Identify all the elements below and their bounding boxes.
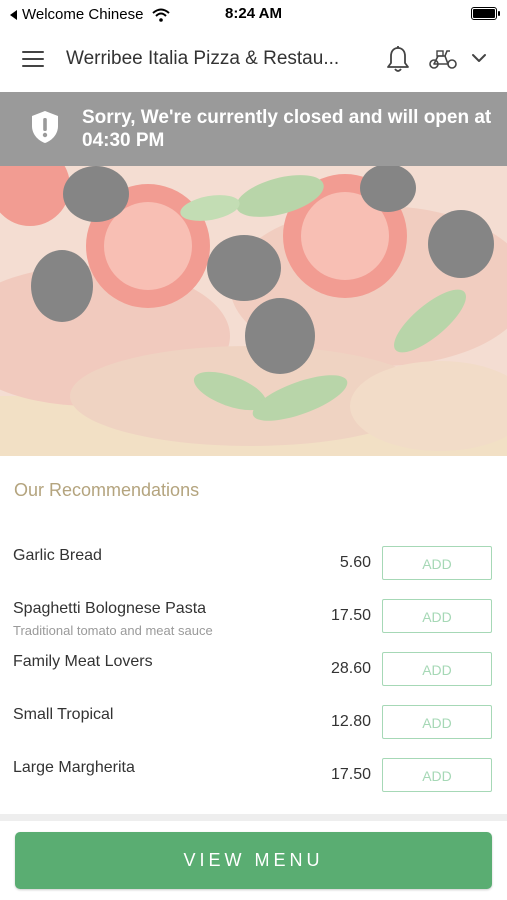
item-price: 5.60 xyxy=(339,554,371,571)
menu-icon[interactable] xyxy=(22,51,44,67)
battery-icon xyxy=(471,7,500,20)
hero-pizza-image xyxy=(0,166,507,456)
item-name: Spaghetti Bolognese Pasta xyxy=(13,600,207,617)
add-button[interactable]: ADD xyxy=(382,546,492,580)
item-price: 17.50 xyxy=(330,766,371,783)
item-name: Large Margherita xyxy=(13,759,135,776)
item-description: Traditional tomato and meat sauce xyxy=(13,623,213,638)
menu-item: Small Tropical 12.80 ADD xyxy=(0,705,507,759)
status-bar: Welcome Chinese 8:24 AM xyxy=(0,0,507,28)
restaurant-title: Werribee Italia Pizza & Restau... xyxy=(66,48,340,69)
status-time: 8:24 AM xyxy=(225,5,282,22)
add-button[interactable]: ADD xyxy=(382,599,492,633)
add-button[interactable]: ADD xyxy=(382,758,492,792)
recommendations-title: Our Recommendations xyxy=(14,480,200,500)
section-divider xyxy=(0,814,507,821)
add-button[interactable]: ADD xyxy=(382,652,492,686)
item-name: Small Tropical xyxy=(13,706,114,723)
item-price: 12.80 xyxy=(330,713,371,730)
chevron-down-icon[interactable] xyxy=(471,52,487,64)
item-price: 17.50 xyxy=(330,607,371,624)
bell-icon[interactable] xyxy=(386,45,410,73)
shield-exclamation-icon xyxy=(32,111,58,143)
menu-item: Family Meat Lovers 28.60 ADD xyxy=(0,652,507,706)
scooter-icon[interactable] xyxy=(428,48,458,70)
menu-item: Spaghetti Bolognese Pasta Traditional to… xyxy=(0,599,507,653)
item-name: Family Meat Lovers xyxy=(13,653,153,670)
menu-item: Garlic Bread 5.60 ADD xyxy=(0,546,507,600)
item-price: 28.60 xyxy=(330,660,371,677)
pizza-illustration xyxy=(0,166,507,456)
item-name: Garlic Bread xyxy=(13,547,102,564)
add-button[interactable]: ADD xyxy=(382,705,492,739)
menu-item: Large Margherita 17.50 ADD xyxy=(0,758,507,812)
closed-message: Sorry, We're currently closed and will o… xyxy=(82,107,492,151)
closed-banner: Sorry, We're currently closed and will o… xyxy=(0,92,507,166)
view-menu-button[interactable]: VIEW MENU xyxy=(15,832,492,889)
app-header: Werribee Italia Pizza & Restau... xyxy=(0,28,507,92)
